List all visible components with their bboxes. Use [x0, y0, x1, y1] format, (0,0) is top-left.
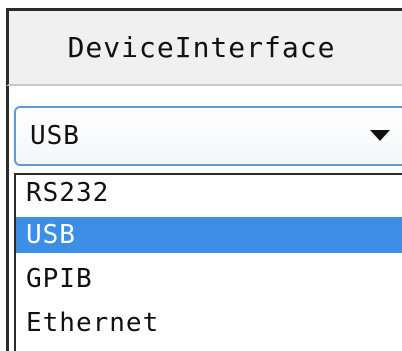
select-current-value: USB — [30, 121, 80, 151]
dropdown-option-usb[interactable]: USB — [16, 217, 402, 253]
dropdown-option-ethernet[interactable]: Ethernet — [16, 305, 402, 341]
column-header[interactable]: DeviceInterface — [6, 8, 402, 86]
dropdown-option-rs232[interactable]: RS232 — [16, 175, 402, 211]
chevron-down-icon[interactable] — [370, 130, 390, 141]
dropdown-list: RS232 USB GPIB Ethernet — [14, 173, 402, 351]
window-top-margin — [0, 0, 402, 8]
device-interface-select[interactable]: USB — [14, 106, 402, 166]
column-header-label: DeviceInterface — [67, 31, 336, 64]
dropdown-option-gpib[interactable]: GPIB — [16, 261, 402, 297]
